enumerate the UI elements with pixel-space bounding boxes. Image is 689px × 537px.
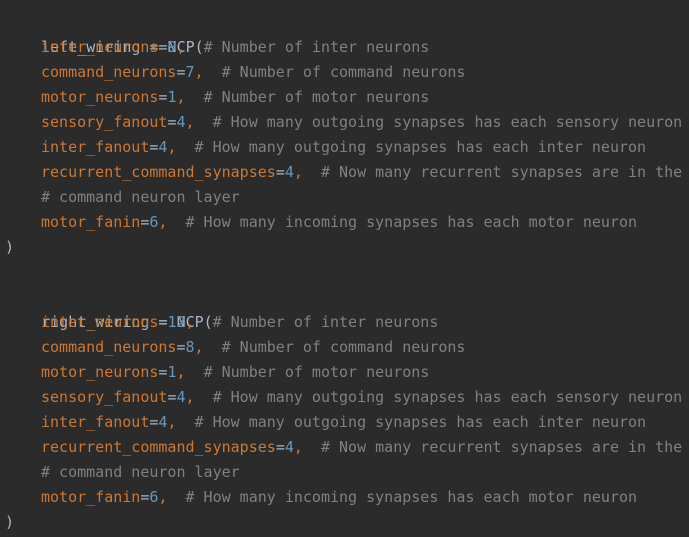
param-comment: # Number of command neurons xyxy=(221,338,466,356)
comma: , xyxy=(293,163,303,181)
param-comment: # How many incoming synapses has each mo… xyxy=(185,488,638,506)
code-line-param: sensory_fanout=4, # How many outgoing sy… xyxy=(41,385,682,410)
equals-sign: = xyxy=(275,163,285,181)
param-name: motor_neurons xyxy=(41,88,159,106)
code-line-param: command_neurons=7, # Number of command n… xyxy=(41,60,465,85)
equals-sign: = xyxy=(176,338,186,356)
code-line-left-wiring-header: left_wiring = NCP( xyxy=(5,10,204,56)
comment-continuation: # command neuron layer xyxy=(41,188,240,206)
code-editor[interactable]: left_wiring = NCP( inter_neurons=9, # Nu… xyxy=(0,0,689,537)
param-comment: # Number of motor neurons xyxy=(203,363,430,381)
code-line-param: motor_fanin=6, # How many incoming synap… xyxy=(41,485,637,510)
code-line-param: inter_neurons=12, # Number of inter neur… xyxy=(41,310,438,335)
comma: , xyxy=(176,363,186,381)
param-name: sensory_fanout xyxy=(41,113,168,131)
code-line-param: command_neurons=8, # Number of command n… xyxy=(41,335,465,360)
param-name: recurrent_command_synapses xyxy=(41,438,276,456)
closing-paren: ) xyxy=(5,238,15,256)
param-name: motor_fanin xyxy=(41,213,141,231)
code-line-param: motor_fanin=6, # How many incoming synap… xyxy=(41,210,637,235)
comma: , xyxy=(176,38,186,56)
code-line-param: sensory_fanout=4, # How many outgoing sy… xyxy=(41,110,682,135)
param-comment: # Now many recurrent synapses are in the xyxy=(320,438,683,456)
param-name: inter_neurons xyxy=(41,313,159,331)
code-line-right-wiring-header: right_wiring = NCP( xyxy=(5,285,213,331)
comma: , xyxy=(293,438,303,456)
param-name: motor_fanin xyxy=(41,488,141,506)
code-line-param: motor_neurons=1, # Number of motor neuro… xyxy=(41,360,429,385)
param-comment: # How many outgoing synapses has each se… xyxy=(212,388,683,406)
code-line-param: inter_fanout=4, # How many outgoing syna… xyxy=(41,410,646,435)
param-comment: # How many incoming synapses has each mo… xyxy=(185,213,638,231)
param-name: inter_fanout xyxy=(41,138,150,156)
code-line-closer: ) xyxy=(5,235,14,260)
param-value: 7 xyxy=(185,63,195,81)
param-value: 8 xyxy=(185,338,195,356)
param-comment: # Number of inter neurons xyxy=(212,313,439,331)
code-line-comment-continuation: # command neuron layer xyxy=(41,460,240,485)
code-line-param: inter_fanout=4, # How many outgoing syna… xyxy=(41,135,646,160)
comma: , xyxy=(194,63,204,81)
param-comment: # How many outgoing synapses has each in… xyxy=(194,138,647,156)
code-line-param: inter_neurons=9, # Number of inter neuro… xyxy=(41,35,429,60)
comma: , xyxy=(185,388,195,406)
param-value: 4 xyxy=(284,163,294,181)
param-name: inter_fanout xyxy=(41,413,150,431)
param-name: command_neurons xyxy=(41,338,177,356)
code-line-param: motor_neurons=1, # Number of motor neuro… xyxy=(41,85,429,110)
param-name: motor_neurons xyxy=(41,363,159,381)
param-value: 4 xyxy=(284,438,294,456)
code-line-param: recurrent_command_synapses=4, # Now many… xyxy=(41,160,682,185)
comma: , xyxy=(185,313,195,331)
param-comment: # Now many recurrent synapses are in the xyxy=(320,163,683,181)
param-name: sensory_fanout xyxy=(41,388,168,406)
comment-continuation: # command neuron layer xyxy=(41,463,240,481)
param-value: 4 xyxy=(176,388,186,406)
param-comment: # Number of motor neurons xyxy=(203,88,430,106)
code-line-closer: ) xyxy=(5,510,14,535)
code-line-param: recurrent_command_synapses=4, # Now many… xyxy=(41,435,682,460)
param-name: command_neurons xyxy=(41,63,177,81)
param-comment: # How many outgoing synapses has each se… xyxy=(212,113,683,131)
equals-sign: = xyxy=(176,63,186,81)
param-comment: # Number of inter neurons xyxy=(203,38,430,56)
comma: , xyxy=(176,88,186,106)
code-line-comment-continuation: # command neuron layer xyxy=(41,185,240,210)
closing-paren: ) xyxy=(5,513,15,531)
param-name: recurrent_command_synapses xyxy=(41,163,276,181)
param-comment: # Number of command neurons xyxy=(221,63,466,81)
comma: , xyxy=(194,338,204,356)
equals-sign: = xyxy=(275,438,285,456)
param-value: 12 xyxy=(167,313,186,331)
param-name: inter_neurons xyxy=(41,38,159,56)
comma: , xyxy=(185,113,195,131)
param-comment: # How many outgoing synapses has each in… xyxy=(194,413,647,431)
param-value: 4 xyxy=(176,113,186,131)
